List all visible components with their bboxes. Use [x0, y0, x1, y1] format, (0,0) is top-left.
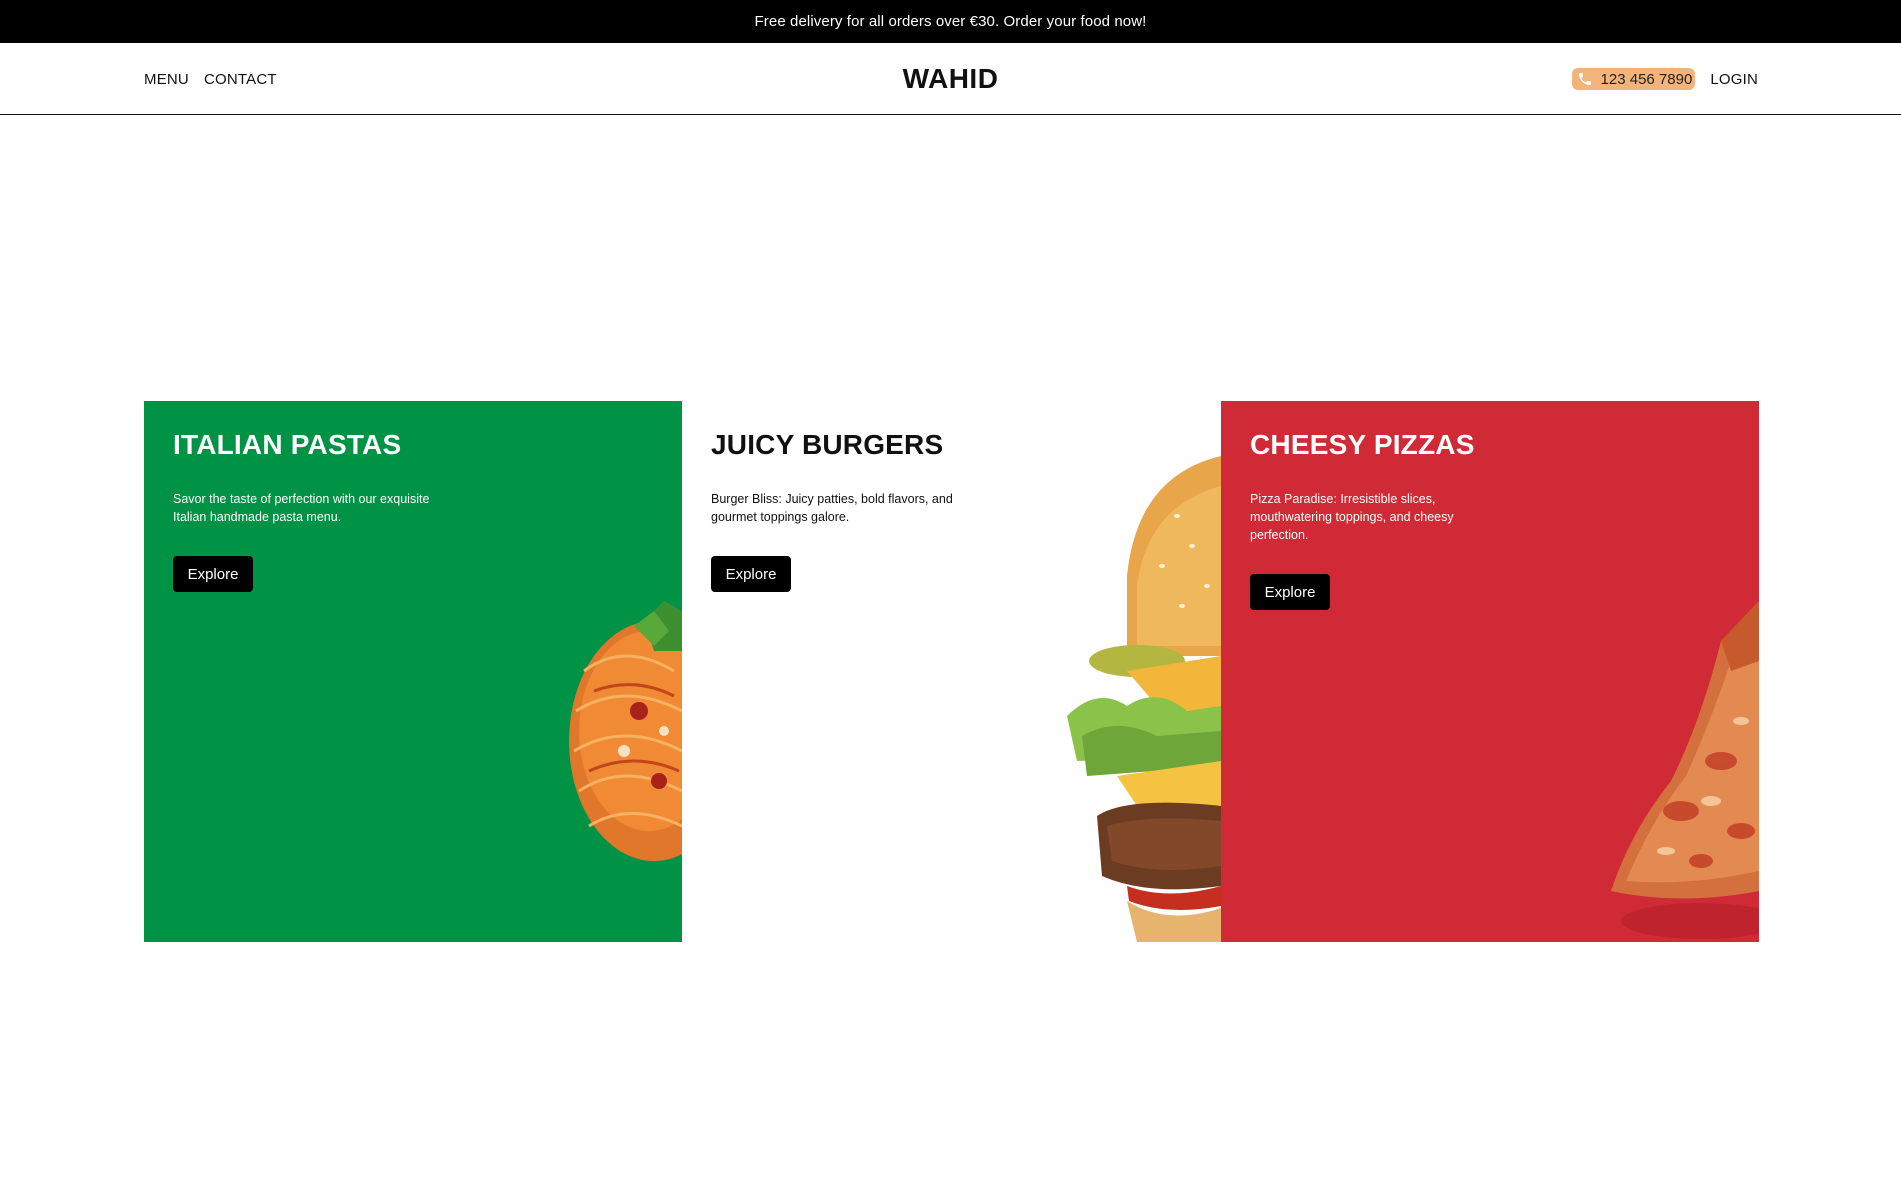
card-description: Savor the taste of perfection with our e…: [173, 492, 430, 524]
card-description: Pizza Paradise: Irresistible slices, mou…: [1250, 492, 1454, 542]
card-juicy-burgers[interactable]: JUICY BURGERS Burger Bliss: Juicy pattie…: [682, 401, 1221, 942]
phone-number: 123 456 7890: [1600, 70, 1693, 88]
burger-image: [1067, 456, 1221, 942]
brand-logo[interactable]: WAHID: [903, 43, 999, 115]
secondary-nav: 123 456 7890 LOGIN: [1571, 43, 1758, 115]
card-cheesy-pizzas[interactable]: CHEESY PIZZAS Pizza Paradise: Irresistib…: [1221, 401, 1759, 942]
nav-link-menu[interactable]: MENU: [144, 71, 189, 88]
announcement-bar: Free delivery for all orders over €30. O…: [0, 0, 1901, 43]
card-italian-pastas[interactable]: ITALIAN PASTAS Savor the taste of perfec…: [144, 401, 682, 942]
site-header: MENU CONTACT WAHID 123 456 7890 LOGIN: [0, 43, 1901, 115]
card-title: JUICY BURGERS: [711, 429, 944, 460]
phone-icon: [1577, 71, 1593, 87]
nav-link-contact[interactable]: CONTACT: [204, 71, 277, 88]
category-cards: ITALIAN PASTAS Savor the taste of perfec…: [144, 401, 1759, 942]
explore-button[interactable]: Explore: [1250, 574, 1330, 610]
pasta-image: [569, 601, 682, 861]
login-link[interactable]: LOGIN: [1710, 71, 1758, 88]
announcement-text: Free delivery for all orders over €30. O…: [754, 13, 1147, 30]
card-title: ITALIAN PASTAS: [173, 429, 402, 460]
phone-button[interactable]: 123 456 7890: [1571, 68, 1696, 90]
explore-button[interactable]: Explore: [711, 556, 791, 592]
pizza-image: [1611, 601, 1759, 939]
card-title: CHEESY PIZZAS: [1250, 429, 1475, 460]
primary-nav: MENU CONTACT: [144, 43, 277, 115]
explore-button[interactable]: Explore: [173, 556, 253, 592]
card-description: Burger Bliss: Juicy patties, bold flavor…: [711, 492, 953, 524]
